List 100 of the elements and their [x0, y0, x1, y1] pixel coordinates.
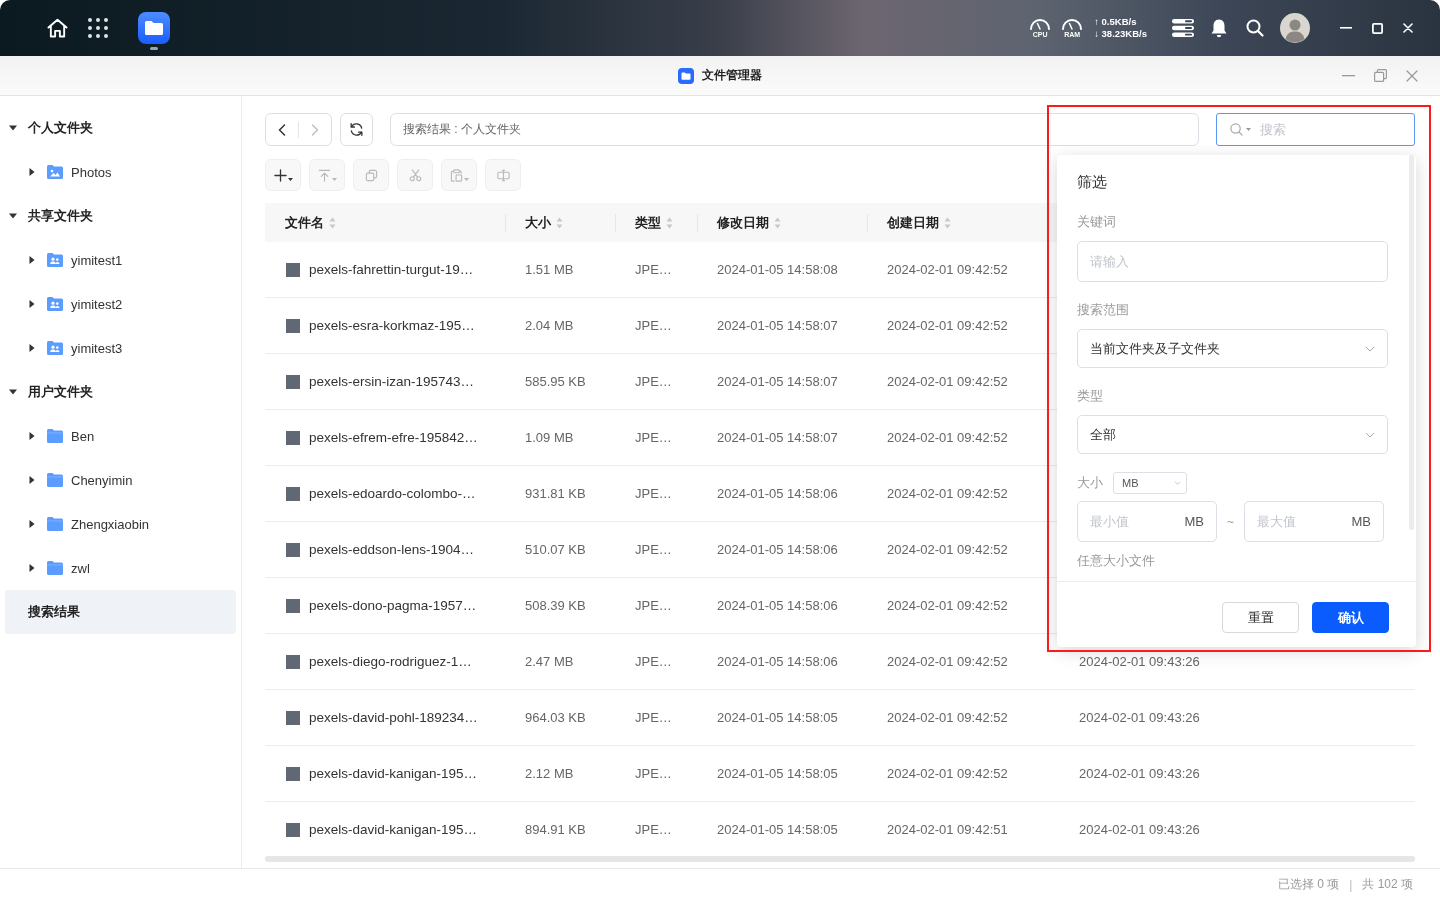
gauge-icon[interactable]: [1029, 17, 1052, 30]
thumbnail-placeholder: [286, 766, 300, 781]
sidebar-item[interactable]: 用户文件夹: [5, 370, 236, 414]
plus-icon: [273, 168, 287, 182]
search-icon[interactable]: [1246, 19, 1264, 37]
app-grid-icon[interactable]: [88, 18, 108, 38]
sidebar-item[interactable]: Photos: [5, 150, 236, 194]
file-name[interactable]: pexels-esra-korkmaz-195…: [309, 318, 475, 333]
table-cell: 2024-01-05 14:58:07: [717, 318, 838, 333]
range-separator: ~: [1226, 514, 1235, 529]
sidebar-item[interactable]: Chenyimin: [5, 458, 236, 502]
caret-right-icon[interactable]: [28, 476, 36, 484]
refresh-button[interactable]: [340, 113, 373, 146]
file-name[interactable]: pexels-eddson-lens-1904…: [309, 542, 475, 557]
total-count: 共 102 项: [1362, 876, 1413, 893]
table-cell: 2024-01-05 14:58:08: [717, 262, 838, 277]
caret-down-icon[interactable]: [9, 124, 17, 132]
path-field[interactable]: 搜索结果 : 个人文件夹: [390, 113, 1199, 146]
field-label: 关键词: [1077, 213, 1117, 231]
column-header[interactable]: 类型: [615, 203, 697, 242]
table-cell: JPE…: [635, 598, 672, 613]
clipboard-icon: [449, 168, 463, 182]
column-header[interactable]: 大小: [505, 203, 615, 242]
caret-right-icon[interactable]: [28, 300, 36, 308]
file-name[interactable]: pexels-fahrettin-turgut-19…: [309, 262, 474, 277]
column-header[interactable]: 创建日期: [867, 203, 1059, 242]
minimize-icon[interactable]: [1342, 74, 1355, 77]
sidebar-item[interactable]: Ben: [5, 414, 236, 458]
field-label: 类型: [1077, 387, 1104, 405]
file-name[interactable]: pexels-ersin-izan-195743…: [309, 374, 475, 389]
min-size-input[interactable]: 最小值 MB: [1077, 501, 1217, 542]
file-name[interactable]: pexels-edoardo-colombo-…: [309, 486, 476, 501]
column-header[interactable]: 修改日期: [697, 203, 867, 242]
file-name[interactable]: pexels-david-kanigan-195…: [309, 766, 478, 781]
max-size-input[interactable]: 最大值 MB: [1244, 501, 1384, 542]
table-cell: JPE…: [635, 486, 672, 501]
sort-icon: [666, 216, 673, 229]
panel-title: 筛选: [1077, 172, 1108, 192]
folder-icon: [47, 429, 63, 443]
file-name[interactable]: pexels-dono-pagma-1957…: [309, 598, 477, 613]
thumbnail-placeholder: [286, 486, 300, 501]
sidebar-item[interactable]: 个人文件夹: [5, 106, 236, 150]
column-header[interactable]: 文件名: [265, 203, 505, 242]
file-name[interactable]: pexels-efrem-efre-195842…: [309, 430, 478, 445]
field-label: 搜索范围: [1077, 301, 1130, 319]
bell-icon[interactable]: [1210, 18, 1228, 38]
thumbnail-placeholder: [286, 654, 300, 669]
size-hint: 任意大小文件: [1077, 552, 1156, 570]
thumbnail-placeholder: [286, 598, 300, 613]
field-label: 大小: [1077, 474, 1103, 492]
refresh-icon: [349, 122, 364, 137]
table-cell: 2024-02-01 09:42:52: [887, 710, 1008, 725]
home-icon[interactable]: [47, 18, 68, 38]
folder-app-icon[interactable]: [138, 12, 170, 44]
sidebar-item[interactable]: yimitest2: [5, 282, 236, 326]
folder-icon: [47, 517, 63, 531]
unit-select[interactable]: MB: [1113, 472, 1187, 494]
caret-down-icon[interactable]: [9, 212, 17, 220]
maximize-icon[interactable]: [1372, 22, 1383, 34]
reset-button[interactable]: 重置: [1222, 602, 1299, 633]
caret-right-icon[interactable]: [28, 344, 36, 352]
folder-app-icon: [678, 67, 694, 84]
sidebar-item[interactable]: Zhengxiaobin: [5, 502, 236, 546]
caret-down-icon[interactable]: [9, 388, 17, 396]
horizontal-scrollbar[interactable]: [265, 856, 1415, 862]
table-cell: 2024-02-01 09:43:26: [1079, 766, 1200, 781]
confirm-button[interactable]: 确认: [1312, 602, 1389, 633]
caret-right-icon[interactable]: [28, 168, 36, 176]
restore-icon[interactable]: [1374, 69, 1387, 82]
scope-select[interactable]: 当前文件夹及子文件夹: [1077, 329, 1388, 368]
caret-right-icon[interactable]: [28, 564, 36, 572]
people-folder-icon: [47, 341, 63, 355]
caret-right-icon[interactable]: [28, 256, 36, 264]
table-cell: 931.81 KB: [525, 486, 586, 501]
table-cell: 2024-02-01 09:42:52: [887, 654, 1008, 669]
folder-icon: [47, 473, 63, 487]
sidebar-item[interactable]: 共享文件夹: [5, 194, 236, 238]
sidebar-item[interactable]: yimitest1: [5, 238, 236, 282]
file-name[interactable]: pexels-david-kanigan-195…: [309, 822, 478, 837]
window-title: 文件管理器: [702, 67, 762, 84]
search-icon: [1230, 123, 1243, 136]
file-name[interactable]: pexels-david-pohl-189234…: [309, 710, 478, 725]
gauge-icon[interactable]: [1061, 17, 1084, 30]
file-name[interactable]: pexels-diego-rodriguez-1…: [309, 654, 472, 669]
caret-right-icon[interactable]: [28, 520, 36, 528]
sort-icon: [944, 216, 951, 229]
sidebar-item[interactable]: 搜索结果: [5, 590, 236, 634]
table-cell: JPE…: [635, 654, 672, 669]
sidebar-item[interactable]: zwl: [5, 546, 236, 590]
table-cell: JPE…: [635, 374, 672, 389]
toolbar-button[interactable]: [265, 159, 301, 191]
thumbnail-placeholder: [286, 262, 300, 277]
thumbnail-placeholder: [286, 430, 300, 445]
sidebar-item[interactable]: yimitest3: [5, 326, 236, 370]
caret-right-icon[interactable]: [28, 432, 36, 440]
table-cell: 2024-02-01 09:43:26: [1079, 822, 1200, 837]
avatar-icon[interactable]: [1280, 13, 1310, 43]
chevron-right-icon: [311, 123, 319, 136]
type-select[interactable]: 全部: [1077, 415, 1388, 454]
server-stack-icon[interactable]: [1172, 19, 1194, 37]
